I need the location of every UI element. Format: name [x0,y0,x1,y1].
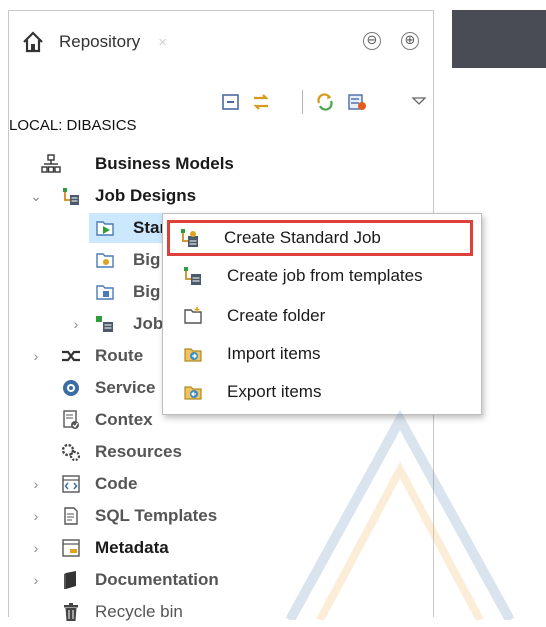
tree-item-business-models[interactable]: Business Models [9,149,433,179]
context-menu: Create Standard Job Create job from temp… [162,213,482,415]
documentation-icon [64,571,76,589]
minimize-button[interactable]: ⊖ [363,32,381,50]
folder-big-data-streaming-icon [96,285,114,300]
tree-item-code[interactable]: › Code [9,469,433,499]
create-folder-menu-item[interactable]: Create folder [169,298,471,334]
repository-tabbar: Repository × ⊖ ⊕ [9,11,433,71]
menu-item-label: Create job from templates [227,266,423,285]
metadata-icon [62,539,80,557]
resources-icon [61,443,81,462]
tree-item-label: SQL Templates [95,506,218,525]
tree-item-label: Business Models [95,154,234,173]
tree-item-label: Contex [95,410,153,429]
export-items-menu-item[interactable]: Export items [169,374,471,410]
tree-item-label: Resources [95,442,182,461]
create-job-icon [181,229,198,247]
repository-tab[interactable]: Repository × [21,26,167,58]
chevron-right-icon[interactable]: › [69,316,83,332]
tree-item-resources[interactable]: Resources [9,437,433,467]
job-designs-icon [63,188,79,205]
tree-item-label: Big [133,282,161,301]
service-icon [63,380,79,396]
tree-item-label: Documentation [95,570,219,589]
workspace-label: LOCAL: DIBASICS [9,117,137,134]
create-job-from-templates-menu-item[interactable]: Create job from templates [169,258,471,294]
tree-item-label: Code [95,474,138,493]
link-with-editor-icon[interactable] [251,92,271,112]
tree-item-label: Job [133,314,164,333]
create-standard-job-menu-item[interactable]: Create Standard Job [167,220,473,256]
chevron-right-icon[interactable]: › [29,348,43,364]
job-template-icon [184,267,201,285]
tree-item-metadata[interactable]: › Metadata [9,533,433,563]
refresh-icon[interactable] [315,92,335,112]
collapse-all-icon[interactable] [221,92,241,112]
sql-templates-icon [64,507,78,525]
tree-item-job-designs[interactable]: ⌄ Job Designs [9,181,433,211]
tree-item-label: Big [133,250,161,269]
trash-icon [64,603,78,621]
tree-item-label: Recycle bin [95,602,183,621]
import-icon [184,348,202,362]
folder-standard-icon [96,221,114,236]
chevron-down-icon[interactable] [409,92,429,112]
home-icon [23,31,43,53]
chevron-right-icon[interactable]: › [29,572,43,588]
close-icon[interactable]: × [158,34,167,51]
chevron-right-icon[interactable]: › [29,540,43,556]
folder-big-data-icon [96,253,114,268]
menu-item-label: Export items [227,382,322,401]
import-items-menu-item[interactable]: Import items [169,336,471,372]
joblet-icon [96,316,113,332]
chevron-down-icon[interactable]: ⌄ [29,188,43,205]
export-icon [184,386,202,400]
new-folder-icon [184,307,202,324]
tree-item-recycle-bin[interactable]: Recycle bin [9,597,433,627]
filter-icon[interactable] [347,92,367,112]
tree-item-label: Metadata [95,538,169,557]
menu-item-label: Create Standard Job [224,228,381,247]
business-models-icon [41,154,61,173]
tree-item-label: Service [95,378,156,397]
tree-item-sql-templates[interactable]: › SQL Templates [9,501,433,531]
maximize-button[interactable]: ⊕ [401,32,419,50]
tree-item-label: Route [95,346,144,365]
repository-toolbar [9,86,433,116]
context-icon [63,410,79,429]
repository-tab-label: Repository [59,32,141,51]
menu-item-label: Import items [227,344,321,363]
tree-item-documentation[interactable]: › Documentation [9,565,433,595]
code-icon [62,475,80,493]
chevron-right-icon[interactable]: › [29,476,43,492]
editor-area-header [452,10,546,68]
menu-item-label: Create folder [227,306,326,325]
route-icon [62,350,80,362]
tree-item-label: Job Designs [95,186,197,205]
toolbar-separator [302,90,303,114]
chevron-right-icon[interactable]: › [29,508,43,524]
